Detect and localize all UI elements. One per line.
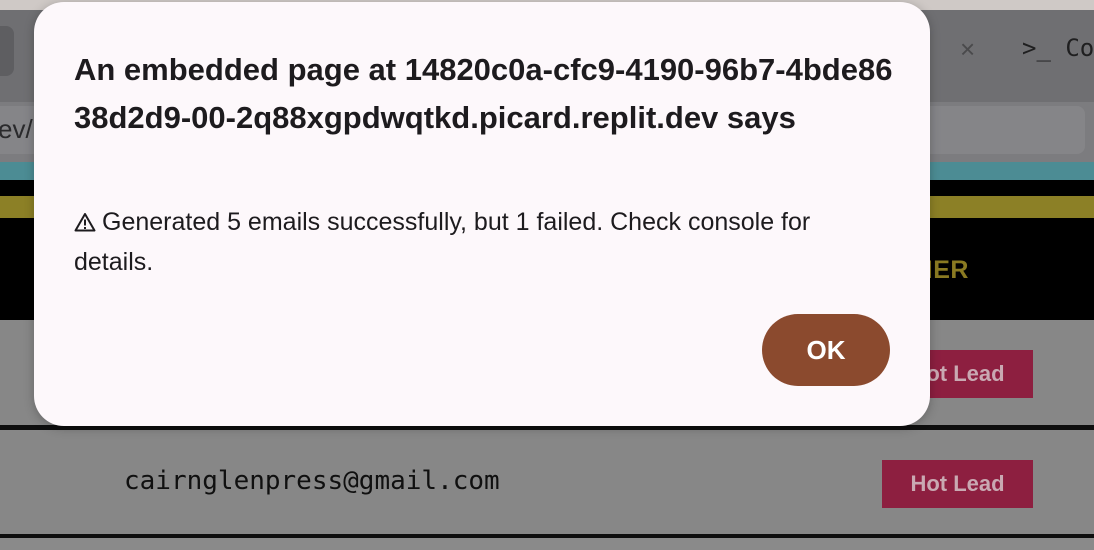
- terminal-button[interactable]: >_ Co: [1022, 34, 1094, 62]
- dialog-title: An embedded page at 14820c0a-cfc9-4190-9…: [74, 52, 893, 135]
- address-bar-text: ev/: [0, 114, 33, 144]
- email-cell: cairnglenpress@gmail.com: [124, 466, 500, 496]
- dialog-message-text: Generated 5 emails successfully, but 1 f…: [74, 208, 811, 276]
- close-icon[interactable]: ×: [960, 34, 975, 65]
- warning-icon: [74, 204, 96, 232]
- status-badge: Hot Lead: [882, 460, 1033, 508]
- alert-dialog: An embedded page at 14820c0a-cfc9-4190-9…: [34, 2, 930, 426]
- table-row: [0, 538, 1094, 550]
- dialog-message: Generated 5 emails successfully, but 1 f…: [74, 202, 874, 282]
- ok-button[interactable]: OK: [762, 314, 890, 386]
- toolbar-tab-chip[interactable]: [0, 26, 14, 76]
